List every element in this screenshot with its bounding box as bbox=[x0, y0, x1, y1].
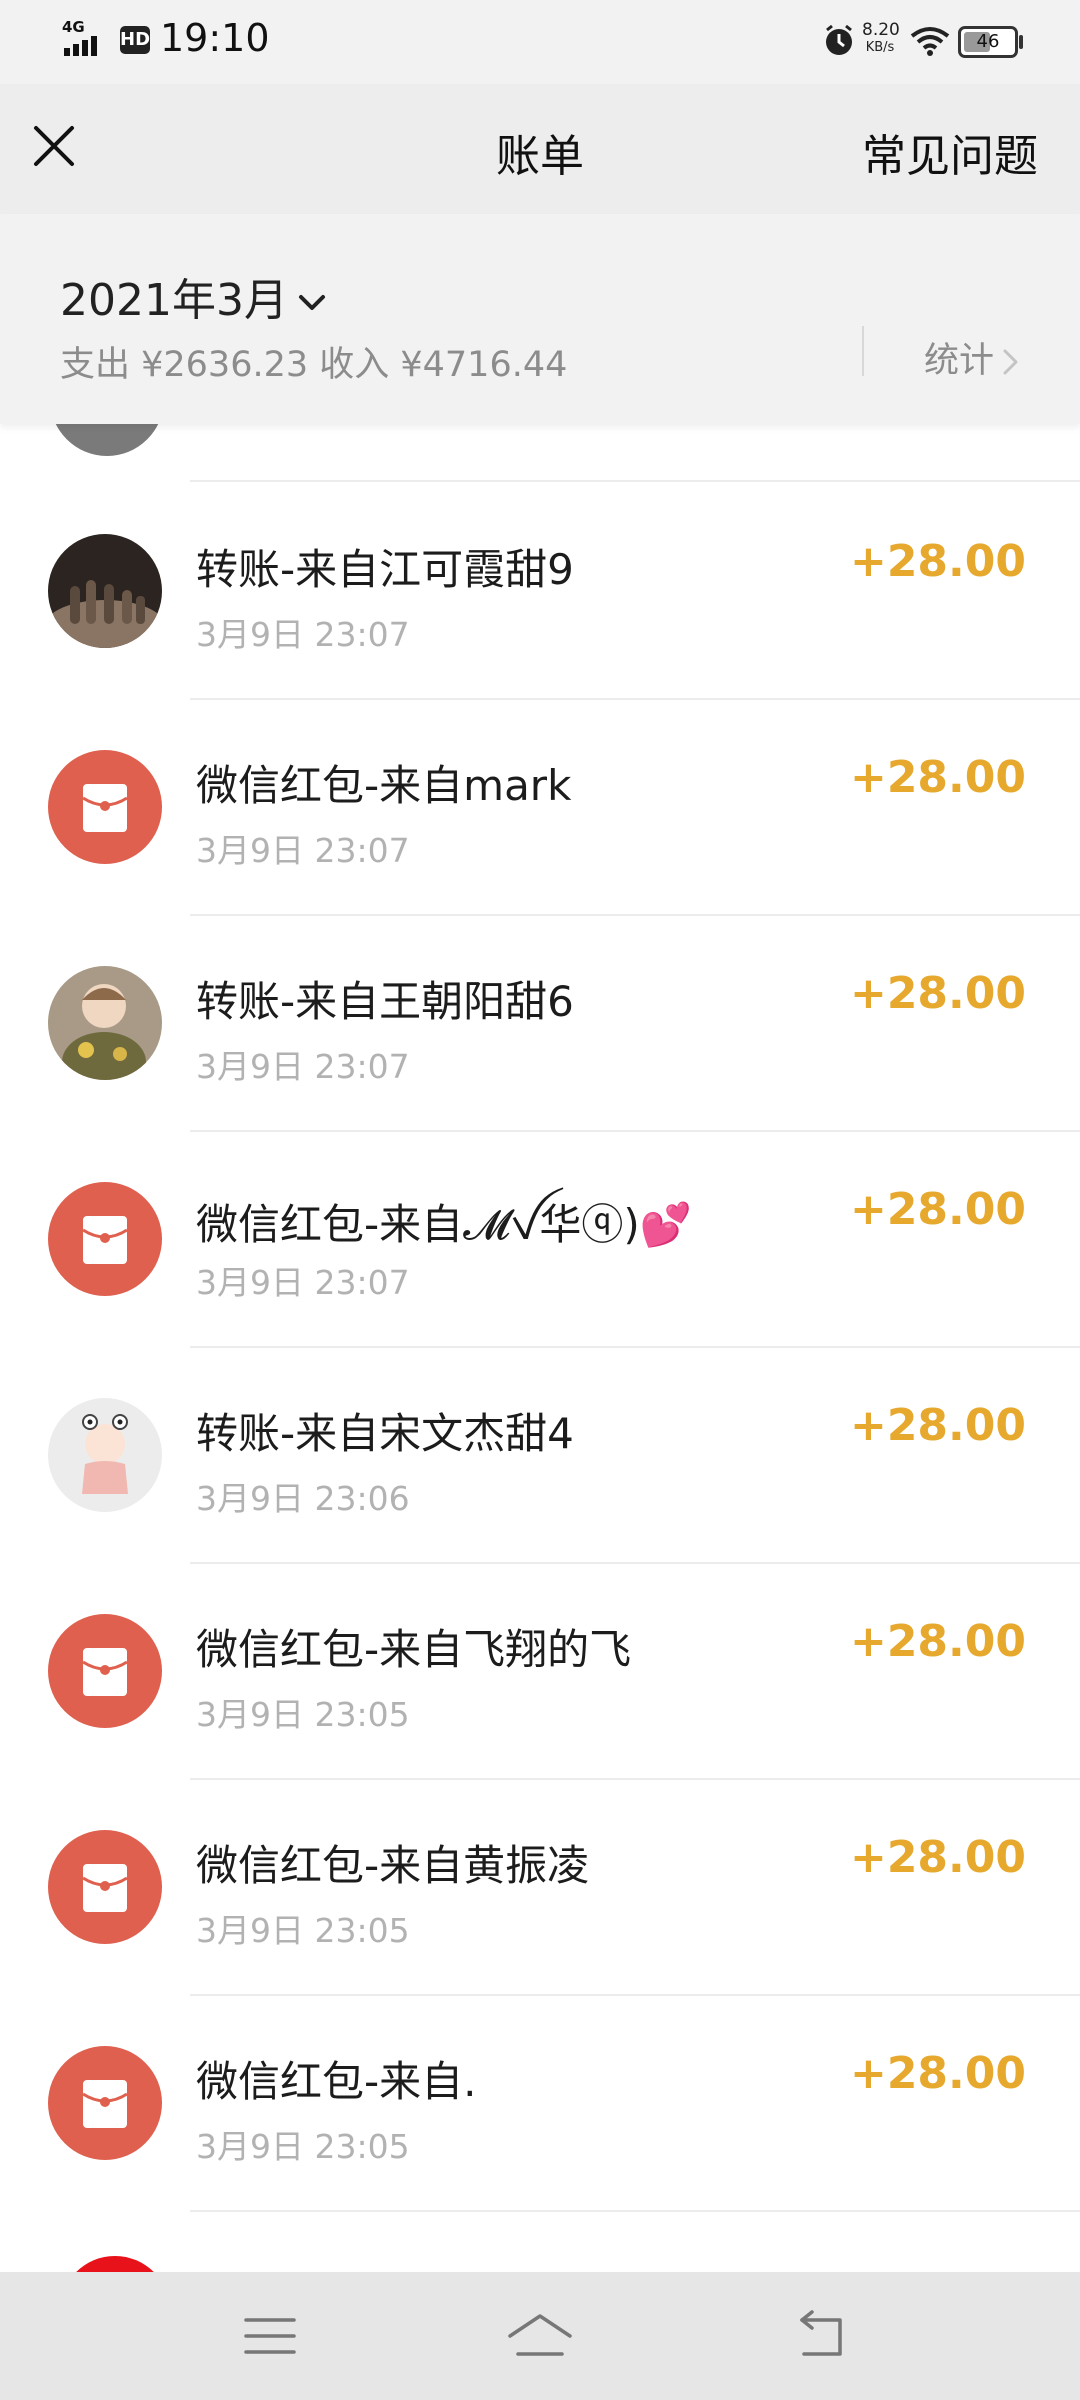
status-bar: 4G HD 19:10 8.20 KB/s 46 bbox=[0, 0, 1080, 84]
avatar bbox=[48, 1398, 162, 1512]
status-time: 19:10 bbox=[160, 16, 270, 60]
divider bbox=[862, 326, 864, 376]
divider bbox=[190, 480, 1080, 482]
battery-level: 46 bbox=[976, 31, 1000, 52]
alarm-icon bbox=[826, 24, 852, 55]
hd-badge: HD bbox=[120, 26, 150, 54]
avatar bbox=[60, 2256, 170, 2272]
faq-link[interactable]: 常见问题 bbox=[862, 120, 1038, 184]
red-envelope-avatar bbox=[48, 2046, 162, 2160]
transaction-amount: +28.00 bbox=[849, 1616, 1026, 1667]
back-icon[interactable] bbox=[792, 2306, 852, 2366]
menu-icon[interactable] bbox=[240, 2306, 300, 2366]
transaction-time: 3月9日 23:07 bbox=[196, 1263, 410, 1302]
network-speed: 8.20 KB/s bbox=[862, 20, 900, 56]
transaction-time: 3月9日 23:07 bbox=[196, 1047, 410, 1086]
transaction-amount: +28.00 bbox=[849, 968, 1026, 1019]
red-envelope-avatar bbox=[48, 1830, 162, 1944]
transaction-title: 微信红包-来自黄振凌 bbox=[196, 1841, 590, 1890]
red-envelope-icon bbox=[82, 1864, 128, 1912]
transaction-time: 3月9日 23:06 bbox=[196, 1479, 410, 1518]
transaction-amount: +28.00 bbox=[849, 1184, 1026, 1235]
transaction-row[interactable]: 微信红包-来自. 3月9日 23:05 +28.00 bbox=[0, 1996, 1080, 2212]
chevron-down-icon bbox=[298, 295, 325, 310]
nav-header: 账单 常见问题 bbox=[0, 84, 1080, 214]
transaction-row[interactable]: 微信红包-来自黄振凌 3月9日 23:05 +28.00 bbox=[0, 1780, 1080, 1996]
red-envelope-avatar bbox=[48, 1182, 162, 1296]
svg-text:4G: 4G bbox=[62, 18, 85, 36]
transaction-time: 3月9日 23:07 bbox=[196, 615, 410, 654]
red-envelope-icon bbox=[82, 2080, 128, 2128]
transaction-title: 微信红包-来自mark bbox=[196, 761, 572, 810]
month-summary: 2021年3月 支出 ¥2636.23 收入 ¥4716.44 统计 bbox=[0, 214, 1080, 424]
red-envelope-avatar bbox=[48, 1614, 162, 1728]
list-item-partial[interactable] bbox=[0, 2212, 1080, 2272]
transaction-amount: +28.00 bbox=[849, 1400, 1026, 1451]
transaction-amount: +28.00 bbox=[849, 536, 1026, 587]
stats-button[interactable]: 统计 bbox=[924, 332, 1020, 383]
transaction-time: 3月9日 23:05 bbox=[196, 1911, 410, 1950]
transaction-row[interactable]: 转账-来自江可霞甜9 3月9日 23:07 +28.00 bbox=[0, 484, 1080, 700]
cellular-signal-icon: 4G bbox=[62, 18, 97, 56]
transaction-row[interactable]: 微信红包-来自𝓜ꪜ华ⓠ)💕 3月9日 23:07 +28.00 bbox=[0, 1132, 1080, 1348]
month-picker[interactable]: 2021年3月 bbox=[60, 264, 326, 328]
transaction-row[interactable]: 微信红包-来自mark 3月9日 23:07 +28.00 bbox=[0, 700, 1080, 916]
list-item-partial[interactable] bbox=[0, 424, 1080, 484]
avatar bbox=[48, 534, 162, 648]
red-envelope-icon bbox=[82, 784, 128, 832]
transaction-title: 转账-来自江可霞甜9 bbox=[196, 545, 574, 594]
transaction-title: 转账-来自宋文杰甜4 bbox=[196, 1409, 574, 1458]
stats-label: 统计 bbox=[924, 341, 995, 381]
battery-icon: 46 bbox=[958, 26, 1023, 58]
month-totals: 支出 ¥2636.23 收入 ¥4716.44 bbox=[60, 345, 568, 385]
transaction-row[interactable]: 转账-来自宋文杰甜4 3月9日 23:06 +28.00 bbox=[0, 1348, 1080, 1564]
transaction-amount: +28.00 bbox=[849, 2048, 1026, 2099]
avatar bbox=[50, 424, 164, 456]
transaction-title: 微信红包-来自飞翔的飞 bbox=[196, 1625, 632, 1674]
home-icon[interactable] bbox=[504, 2306, 576, 2366]
transaction-amount: +28.00 bbox=[849, 1832, 1026, 1883]
transaction-time: 3月9日 23:05 bbox=[196, 2127, 410, 2166]
avatar bbox=[48, 966, 162, 1080]
transaction-row[interactable]: 转账-来自王朝阳甜6 3月9日 23:07 +28.00 bbox=[0, 916, 1080, 1132]
transaction-title: 转账-来自王朝阳甜6 bbox=[196, 977, 574, 1026]
transaction-row[interactable]: 微信红包-来自飞翔的飞 3月9日 23:05 +28.00 bbox=[0, 1564, 1080, 1780]
red-envelope-avatar bbox=[48, 750, 162, 864]
transaction-time: 3月9日 23:05 bbox=[196, 1695, 410, 1734]
wifi-icon bbox=[910, 27, 950, 56]
transaction-title: 微信红包-来自. bbox=[196, 2057, 477, 2106]
red-envelope-icon bbox=[82, 1648, 128, 1696]
system-nav-bar bbox=[0, 2272, 1080, 2400]
month-label: 2021年3月 bbox=[60, 275, 288, 326]
transaction-list[interactable]: 转账-来自江可霞甜9 3月9日 23:07 +28.00 微信红包-来自mark… bbox=[0, 424, 1080, 2272]
transaction-amount: +28.00 bbox=[849, 752, 1026, 803]
chevron-right-icon bbox=[1003, 349, 1018, 375]
red-envelope-icon bbox=[82, 1216, 128, 1264]
transaction-time: 3月9日 23:07 bbox=[196, 831, 410, 870]
